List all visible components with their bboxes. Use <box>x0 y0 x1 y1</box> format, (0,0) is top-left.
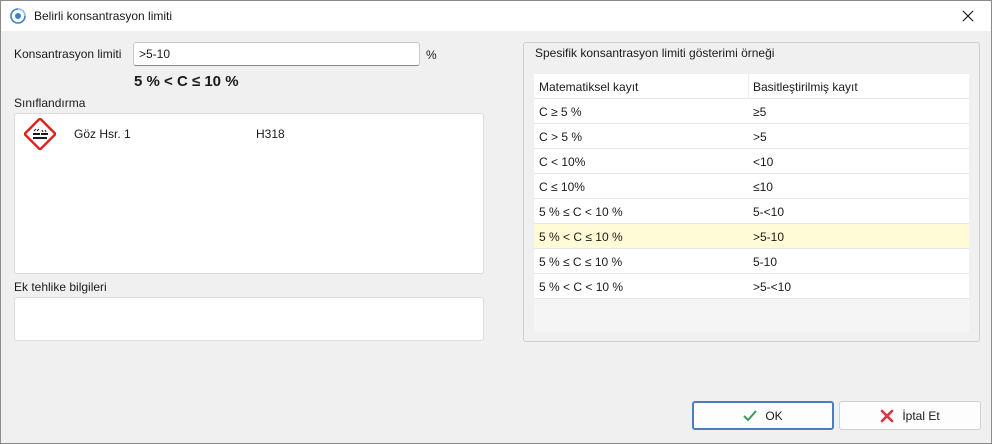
row-simplified: 5-10 <box>753 255 778 269</box>
extra-hazard-label: Ek tehlike bilgileri <box>14 280 107 294</box>
checkmark-icon <box>743 409 758 421</box>
column-header-simplified: Basitleştirilmiş kayıt <box>753 80 858 94</box>
dialog-window: Belirli konsantrasyon limiti Konsantrasy… <box>0 0 992 444</box>
row-simplified: >5-<10 <box>753 280 792 294</box>
ghs05-corrosion-icon <box>24 118 56 150</box>
table-row[interactable]: C ≥ 5 % ≥5 <box>534 99 969 124</box>
row-mathematical: C < 10% <box>539 155 586 169</box>
formula-preview: 5 % < C ≤ 10 % <box>134 73 239 90</box>
row-simplified: >5 <box>753 130 767 144</box>
title-bar: Belirli konsantrasyon limiti <box>1 1 991 31</box>
ok-button[interactable]: OK <box>692 401 834 430</box>
classification-label: Sınıflandırma <box>14 96 86 110</box>
cancel-button[interactable]: İptal Et <box>839 401 981 430</box>
table-row[interactable]: 5 % ≤ C < 10 % 5-<10 <box>534 199 969 224</box>
table-row[interactable]: 5 % ≤ C ≤ 10 % 5-10 <box>534 249 969 274</box>
row-mathematical: C ≤ 10% <box>539 180 585 194</box>
extra-hazard-field[interactable] <box>14 297 484 341</box>
classification-code: H318 <box>256 127 285 141</box>
table-row[interactable]: C < 10% <10 <box>534 149 969 174</box>
row-simplified: ≥5 <box>753 105 767 119</box>
classification-list[interactable]: Göz Hsr. 1 H318 <box>14 113 484 274</box>
app-logo-icon <box>10 8 26 24</box>
table-row[interactable]: C > 5 % >5 <box>534 124 969 149</box>
row-mathematical: C > 5 % <box>539 130 583 144</box>
concentration-limit-input[interactable] <box>133 42 420 66</box>
cancel-x-icon <box>881 409 894 422</box>
classification-name: Göz Hsr. 1 <box>74 127 131 141</box>
example-table[interactable]: Matematiksel kayıt Basitleştirilmiş kayı… <box>534 74 969 332</box>
dialog-content: Konsantrasyon limiti % 5 % < C ≤ 10 % Sı… <box>1 31 991 443</box>
ok-button-label: OK <box>765 408 783 423</box>
classification-item[interactable]: Göz Hsr. 1 H318 <box>15 114 483 154</box>
row-mathematical: 5 % < C ≤ 10 % <box>539 230 623 244</box>
close-icon <box>962 10 974 22</box>
row-mathematical: 5 % ≤ C ≤ 10 % <box>539 255 623 269</box>
table-header: Matematiksel kayıt Basitleştirilmiş kayı… <box>534 74 969 99</box>
row-simplified: ≤10 <box>753 180 773 194</box>
row-simplified: >5-10 <box>753 230 785 244</box>
window-title: Belirli konsantrasyon limiti <box>34 9 173 23</box>
table-row-selected[interactable]: 5 % < C ≤ 10 % >5-10 <box>534 224 969 249</box>
concentration-limit-label: Konsantrasyon limiti <box>14 47 122 61</box>
row-mathematical: 5 % < C < 10 % <box>539 280 624 294</box>
table-row[interactable]: 5 % < C < 10 % >5-<10 <box>534 274 969 299</box>
row-simplified: <10 <box>753 155 774 169</box>
example-groupbox-title: Spesifik konsantrasyon limiti gösterimi … <box>535 46 775 60</box>
row-mathematical: C ≥ 5 % <box>539 105 582 119</box>
cancel-button-label: İptal Et <box>902 408 940 423</box>
row-mathematical: 5 % ≤ C < 10 % <box>539 205 623 219</box>
example-groupbox: Spesifik konsantrasyon limiti gösterimi … <box>523 42 980 342</box>
table-row[interactable]: C ≤ 10% ≤10 <box>534 174 969 199</box>
column-header-mathematical: Matematiksel kayıt <box>539 80 639 94</box>
close-button[interactable] <box>945 1 991 31</box>
row-simplified: 5-<10 <box>753 205 785 219</box>
percent-unit-label: % <box>426 48 437 62</box>
